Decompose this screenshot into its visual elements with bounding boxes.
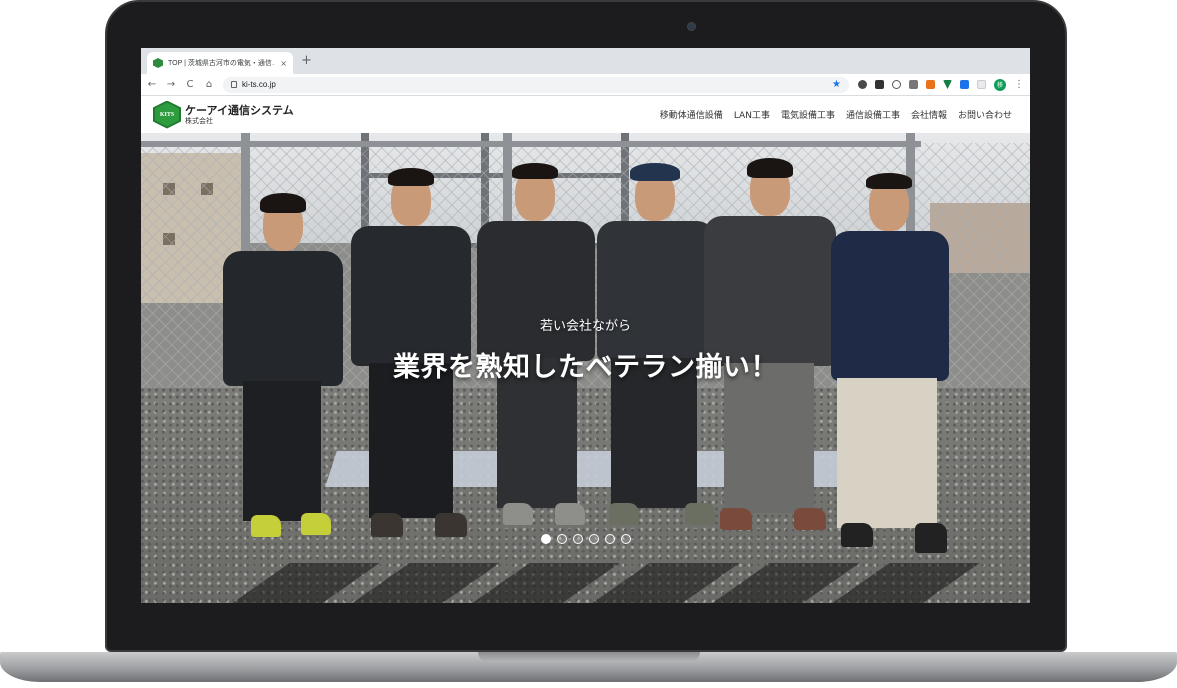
blank-extension-icon[interactable] xyxy=(977,80,986,89)
laptop-notch xyxy=(478,652,700,662)
browser-toolbar: ← → C ⌂ ki-ts.co.jp ★ 移 ⋮ xyxy=(141,74,1030,96)
reload-icon[interactable]: C xyxy=(185,79,195,90)
browser-menu-icon[interactable]: ⋮ xyxy=(1014,79,1024,90)
url-text[interactable]: ki-ts.co.jp xyxy=(242,80,827,89)
slide-dot-5[interactable] xyxy=(605,534,615,544)
tab-strip: TOP | 茨城県古河市の電気・通信… × + xyxy=(141,48,1030,74)
address-bar[interactable]: ki-ts.co.jp ★ xyxy=(223,76,849,93)
browser-window: TOP | 茨城県古河市の電気・通信… × + ← → C ⌂ ki-ts.co… xyxy=(141,48,1030,603)
kits-logo-icon[interactable]: KITS xyxy=(153,100,181,129)
fence-rail xyxy=(141,141,921,147)
recycle-extension-icon[interactable] xyxy=(858,80,867,89)
nav-company-info[interactable]: 会社情報 xyxy=(911,108,947,121)
bookmark-star-icon[interactable]: ★ xyxy=(832,79,841,90)
hero-slider: 若い会社ながら 業界を熟知したベテラン揃い！ xyxy=(141,133,1030,603)
site-favicon-icon xyxy=(153,58,163,68)
search-extension-icon[interactable] xyxy=(892,80,901,89)
webcam-icon xyxy=(687,22,696,31)
camera-extension-icon[interactable] xyxy=(909,80,918,89)
slide-dot-3[interactable] xyxy=(573,534,583,544)
slide-dot-1[interactable] xyxy=(541,534,551,544)
nav-lan-work[interactable]: LAN工事 xyxy=(734,108,770,121)
company-type: 株式会社 xyxy=(185,116,213,125)
profile-avatar[interactable]: 移 xyxy=(994,78,1006,91)
nav-contact[interactable]: お問い合わせ xyxy=(958,108,1012,121)
lock-icon[interactable] xyxy=(231,81,237,88)
qr-code-extension-icon[interactable] xyxy=(875,80,884,89)
company-name: ケーアイ通信システム xyxy=(185,103,294,117)
hero-title: 業界を熟知したベテラン揃い！ xyxy=(393,352,778,383)
slide-dot-2[interactable] xyxy=(557,534,567,544)
slider-pagination xyxy=(541,534,631,544)
hero-subtitle: 若い会社ながら xyxy=(539,319,631,334)
nav-mobile-equipment[interactable]: 移動体通信設備 xyxy=(660,108,723,121)
tab-title: TOP | 茨城県古河市の電気・通信… xyxy=(168,60,276,67)
nav-electrical-work[interactable]: 電気設備工事 xyxy=(781,108,835,121)
v-extension-icon[interactable] xyxy=(943,80,952,89)
slide-dot-6[interactable] xyxy=(621,534,631,544)
slide-dot-4[interactable] xyxy=(589,534,599,544)
tab-close-icon[interactable]: × xyxy=(280,59,287,68)
home-icon[interactable]: ⌂ xyxy=(204,79,214,90)
nav-telecom-work[interactable]: 通信設備工事 xyxy=(846,108,900,121)
extensions-bar: 移 ⋮ xyxy=(858,78,1024,91)
back-arrow-icon[interactable]: ← xyxy=(147,79,157,90)
forward-arrow-icon[interactable]: → xyxy=(166,79,176,90)
logo-mark-text: KITS xyxy=(155,102,179,127)
download-extension-icon[interactable] xyxy=(960,80,969,89)
lock-extension-icon[interactable] xyxy=(926,80,935,89)
logo-text[interactable]: ケーアイ通信システム 株式会社 xyxy=(185,104,294,126)
main-nav: 移動体通信設備 LAN工事 電気設備工事 通信設備工事 会社情報 お問い合わせ xyxy=(660,108,1012,121)
site-header: KITS ケーアイ通信システム 株式会社 移動体通信設備 LAN工事 電気設備工… xyxy=(141,96,1030,133)
new-tab-button[interactable]: + xyxy=(301,53,312,69)
tab-top[interactable]: TOP | 茨城県古河市の電気・通信… × xyxy=(147,52,293,74)
